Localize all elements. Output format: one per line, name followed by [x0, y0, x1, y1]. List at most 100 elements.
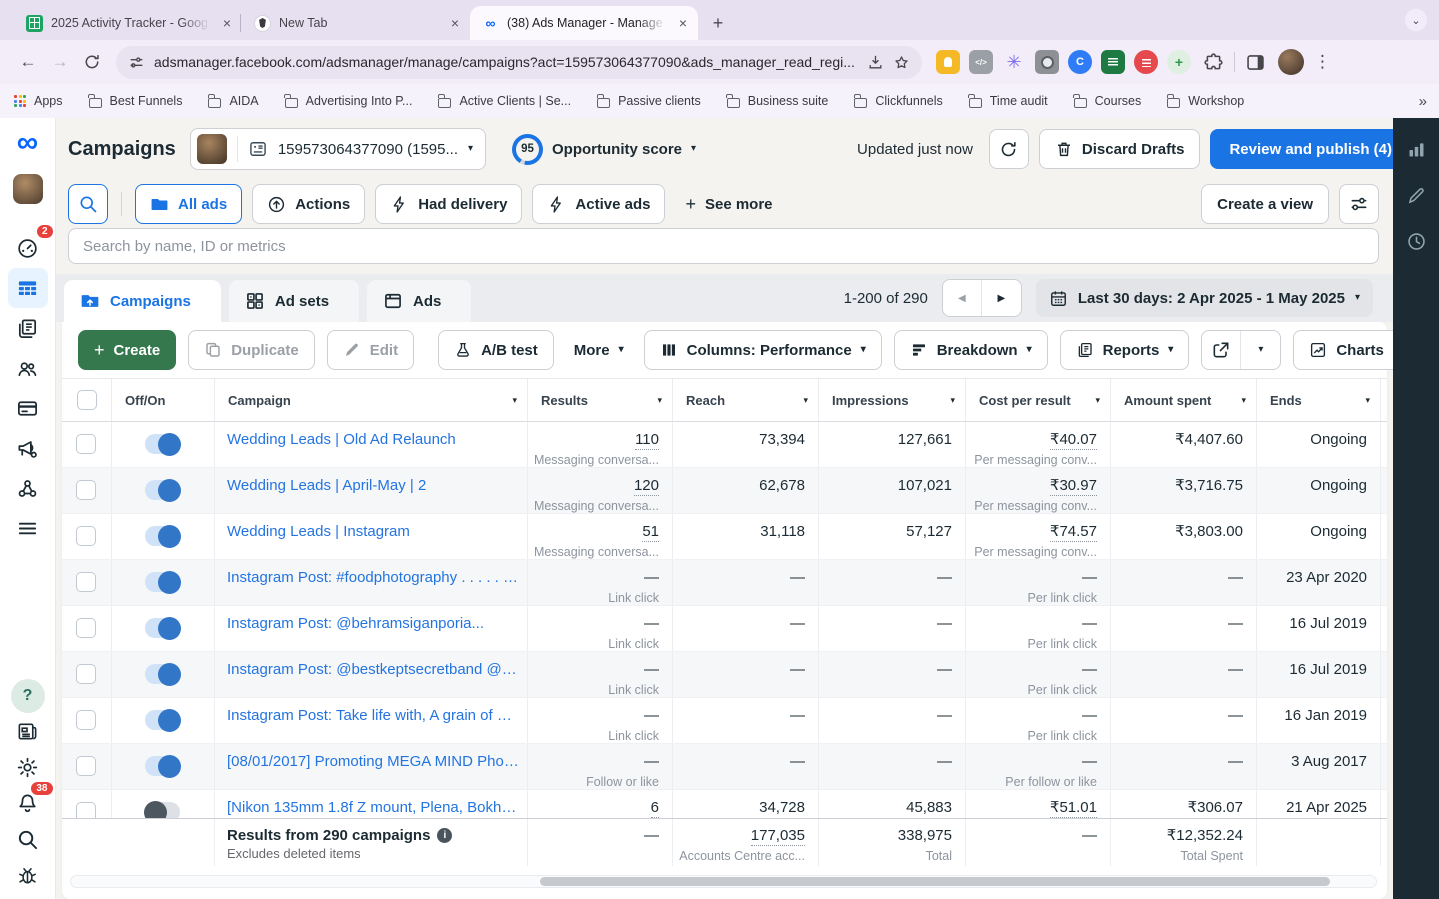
filter-chip[interactable]: All ads [135, 184, 243, 224]
campaign-link[interactable]: [08/01/2017] Promoting MEGA MIND PhotoG.… [227, 753, 519, 770]
campaign-toggle[interactable] [145, 570, 181, 594]
filter-chip[interactable]: Active ads [532, 184, 666, 224]
site-info-icon[interactable] [128, 54, 145, 71]
bookmark-star-icon[interactable] [893, 54, 910, 71]
ads-settings-nav-icon[interactable] [8, 428, 48, 468]
column-header[interactable]: Ends ▾ [1256, 379, 1380, 421]
campaign-link[interactable]: Instagram Post: @behramsiganporia... [227, 615, 484, 632]
export-options-button[interactable]: ▾ [1241, 331, 1280, 369]
tab-list-chevron-icon[interactable]: ⌄ [1405, 9, 1427, 31]
column-header[interactable]: Off/On [111, 379, 214, 421]
charts-button[interactable]: Charts [1293, 330, 1393, 370]
campaign-toggle[interactable] [144, 800, 180, 818]
export-button[interactable] [1202, 331, 1242, 369]
level-tab[interactable]: Campaigns [64, 280, 221, 322]
plus-extension-icon[interactable] [1167, 50, 1191, 74]
billing-nav-icon[interactable] [8, 388, 48, 428]
all-tools-menu-icon[interactable] [8, 508, 48, 548]
bulk-send-extension-icon[interactable] [1101, 50, 1125, 74]
account-avatar[interactable] [12, 174, 43, 204]
bookmark-item[interactable]: Workshop [1166, 94, 1244, 108]
next-page-button[interactable]: ▶ [982, 280, 1021, 316]
campaign-toggle[interactable] [145, 662, 181, 686]
filter-chip[interactable]: Actions [252, 184, 366, 224]
help-icon[interactable]: ? [10, 679, 45, 713]
back-button[interactable]: ← [12, 46, 44, 78]
save-page-icon[interactable] [867, 54, 884, 71]
campaign-toggle[interactable] [145, 616, 181, 640]
campaign-link[interactable]: Wedding Leads | Old Ad Relaunch [227, 431, 456, 448]
column-header[interactable]: Reach ▾ [672, 379, 818, 421]
column-header[interactable]: Campaign ▾ [214, 379, 527, 421]
bookmark-item[interactable]: Courses [1073, 94, 1141, 108]
row-checkbox[interactable] [76, 480, 96, 500]
bookmark-item[interactable]: Time audit [968, 94, 1048, 108]
campaign-link[interactable]: Instagram Post: Take life with, A grain … [227, 707, 519, 724]
lightbulb-extension-icon[interactable] [936, 50, 960, 74]
tab-close-icon[interactable]: × [218, 14, 236, 32]
tab-close-icon[interactable]: × [446, 14, 464, 32]
opportunity-score[interactable]: 95 Opportunity score ▾ [512, 133, 696, 165]
column-header[interactable]: Impressions ▾ [818, 379, 965, 421]
row-checkbox[interactable] [76, 756, 96, 776]
bookmark-item[interactable]: Active Clients | Se... [437, 94, 571, 108]
filter-chip[interactable]: Had delivery [375, 184, 523, 224]
column-header[interactable]: Amount spent ▾ [1110, 379, 1256, 421]
campaign-link[interactable]: Wedding Leads | April-May | 2 [227, 477, 426, 494]
column-header[interactable]: Cost per result ▾ [965, 379, 1110, 421]
row-checkbox[interactable] [76, 572, 96, 592]
performance-charts-icon[interactable] [1401, 134, 1431, 164]
campaign-link[interactable]: Instagram Post: @bestkeptsecretband @abh… [227, 661, 519, 678]
columns-button[interactable]: Columns: Performance ▾ [643, 330, 882, 370]
side-panel-icon[interactable] [1245, 52, 1266, 73]
forward-button[interactable]: → [44, 46, 76, 78]
reload-button[interactable] [76, 46, 108, 78]
bookmark-item[interactable]: Business suite [726, 94, 828, 108]
see-more-filters-button[interactable]: + See more [675, 195, 782, 213]
ad-account-selector[interactable]: 159573064377090 (1595... ▾ [189, 128, 487, 170]
campaign-link[interactable]: Wedding Leads | Instagram [227, 523, 410, 540]
bookmark-item[interactable]: Apps [14, 94, 63, 108]
date-range-selector[interactable]: Last 30 days: 2 Apr 2025 - 1 May 2025 ▾ [1035, 279, 1373, 317]
view-settings-icon[interactable] [1339, 184, 1379, 224]
search-filter-button[interactable] [68, 184, 108, 224]
duplicate-button[interactable]: Duplicate [188, 330, 315, 370]
browser-menu-icon[interactable]: ⋮ [1314, 52, 1331, 72]
row-checkbox[interactable] [76, 802, 96, 818]
events-manager-nav-icon[interactable] [8, 468, 48, 508]
select-all-checkbox[interactable] [76, 390, 97, 410]
bookmark-item[interactable]: Advertising Into P... [284, 94, 412, 108]
review-publish-button[interactable]: Review and publish (4) [1210, 129, 1393, 169]
browser-tab[interactable]: New Tab × [240, 6, 470, 40]
audiences-nav-icon[interactable] [8, 348, 48, 388]
create-view-button[interactable]: Create a view [1201, 184, 1329, 224]
history-clock-icon[interactable] [1401, 226, 1431, 256]
level-tab[interactable]: Ad sets [228, 280, 360, 322]
level-tab[interactable]: Ads [367, 280, 472, 322]
account-overview-icon[interactable]: 2 [8, 223, 55, 268]
campaign-toggle[interactable] [145, 708, 181, 732]
row-checkbox[interactable] [76, 434, 96, 454]
snowflake-extension-icon[interactable] [1002, 50, 1026, 74]
camera-extension-icon[interactable] [1035, 50, 1059, 74]
row-checkbox[interactable] [76, 526, 96, 546]
bookmarks-overflow-icon[interactable]: » [1419, 93, 1427, 110]
bookmark-item[interactable]: AIDA [207, 94, 259, 108]
reports-button[interactable]: Reports ▾ [1059, 330, 1190, 370]
search-input[interactable] [68, 228, 1379, 264]
pages-nav-icon[interactable] [8, 308, 48, 348]
campaign-link[interactable]: [Nikon 135mm 1.8f Z mount, Plena, Bokhe … [227, 799, 519, 816]
notifications-bell-icon[interactable]: 38 [8, 780, 55, 821]
browser-profile-avatar[interactable] [1278, 49, 1304, 75]
refresh-button[interactable] [988, 129, 1029, 169]
edit-button[interactable]: Edit [326, 330, 415, 370]
breakdown-button[interactable]: Breakdown ▾ [893, 330, 1048, 370]
tab-close-icon[interactable]: × [674, 14, 692, 32]
new-tab-button[interactable]: + [704, 9, 732, 37]
column-header[interactable]: Results ▾ [527, 379, 672, 421]
ab-test-button[interactable]: A/B test [438, 330, 554, 370]
row-checkbox[interactable] [76, 664, 96, 684]
campaign-toggle[interactable] [145, 524, 181, 548]
search-nav-icon[interactable] [8, 821, 48, 857]
row-checkbox[interactable] [76, 618, 96, 638]
